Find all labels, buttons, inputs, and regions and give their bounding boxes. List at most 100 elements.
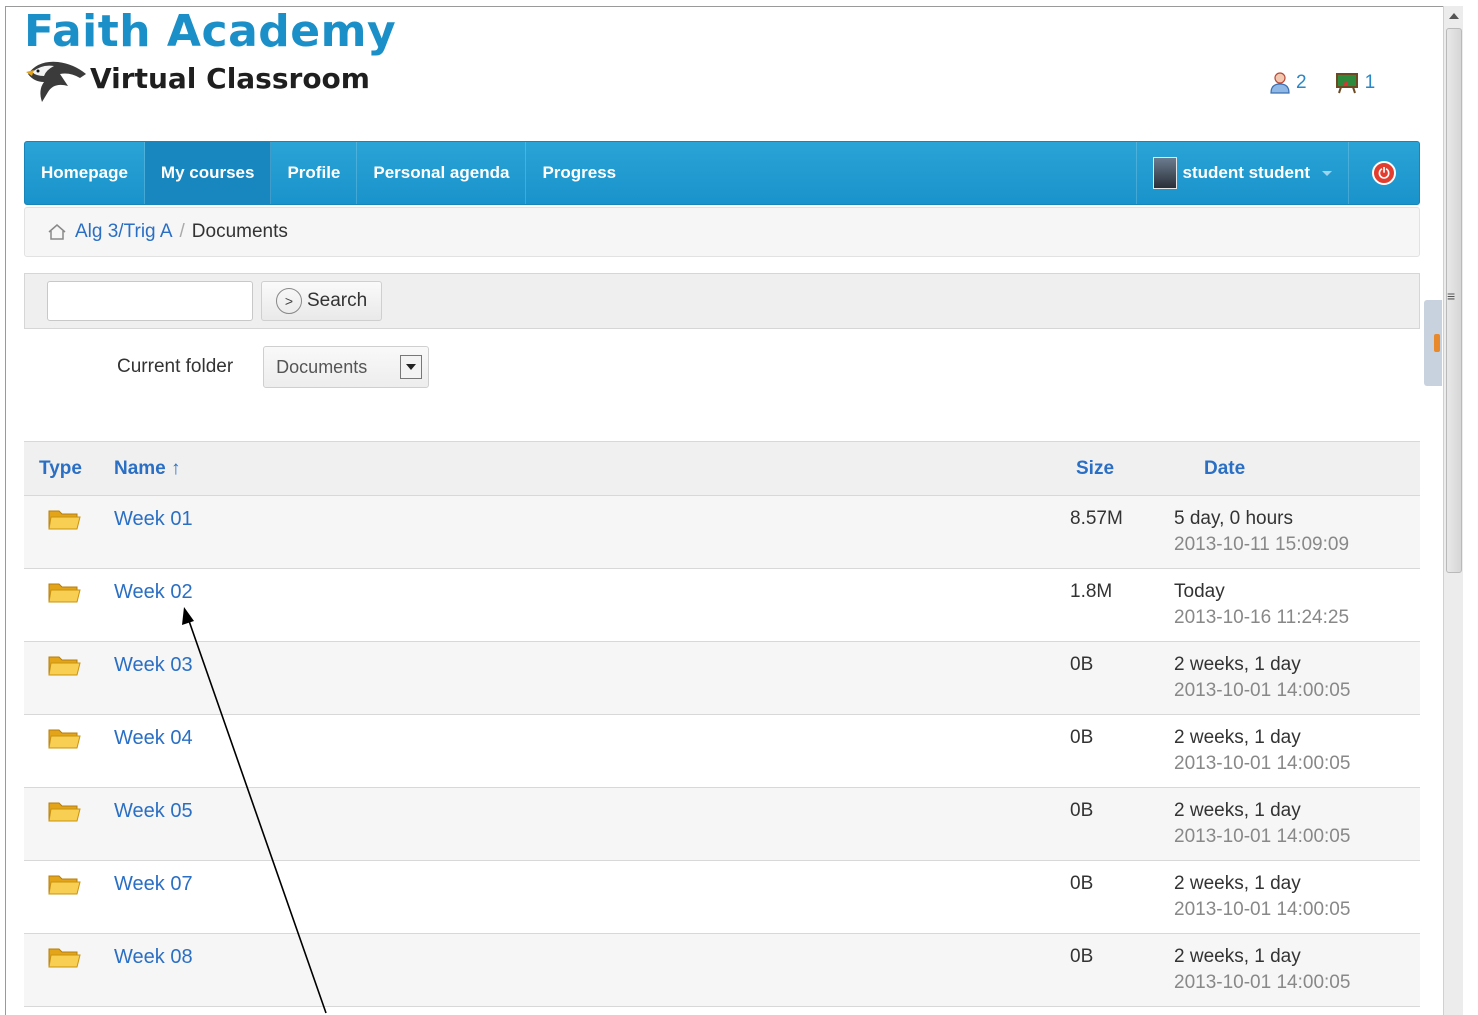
date-relative: 2 weeks, 1 day bbox=[1174, 873, 1301, 894]
current-folder-row: Current folder Documents bbox=[117, 346, 430, 388]
date-cell: Today 2013-10-16 11:24:25 bbox=[1174, 579, 1420, 631]
logout-button[interactable]: ⏻ bbox=[1349, 142, 1419, 204]
site-subtitle: Virtual Classroom bbox=[90, 62, 370, 95]
type-cell bbox=[24, 727, 108, 757]
date-cell: 2 weeks, 1 day 2013-10-01 14:00:05 bbox=[1174, 871, 1420, 923]
size-cell: 0B bbox=[1070, 654, 1094, 675]
header-status: 2 1 bbox=[1270, 72, 1375, 94]
table-row[interactable]: Week 05 0B 2 weeks, 1 day 2013-10-01 14:… bbox=[24, 788, 1420, 861]
size-cell: 0B bbox=[1070, 946, 1094, 967]
folder-icon[interactable] bbox=[47, 944, 81, 970]
type-cell bbox=[24, 654, 108, 684]
chevron-right-icon: > bbox=[276, 288, 302, 314]
size-cell: 0B bbox=[1070, 873, 1094, 894]
type-cell bbox=[24, 508, 108, 538]
power-icon: ⏻ bbox=[1372, 161, 1396, 185]
date-timestamp: 2013-10-11 15:09:09 bbox=[1174, 534, 1350, 555]
user-menu-dropdown[interactable]: student student bbox=[1135, 142, 1349, 204]
breadcrumb-current: Documents bbox=[191, 221, 288, 242]
folder-link[interactable]: Week 08 bbox=[114, 946, 193, 968]
date-relative: 2 weeks, 1 day bbox=[1174, 800, 1301, 821]
folder-icon[interactable] bbox=[47, 506, 81, 532]
nav-homepage[interactable]: Homepage bbox=[25, 142, 145, 204]
scrollbar[interactable] bbox=[1443, 6, 1463, 1015]
type-cell bbox=[24, 946, 108, 976]
nav-progress[interactable]: Progress bbox=[526, 142, 632, 204]
online-users-link[interactable]: 2 bbox=[1270, 72, 1307, 94]
folder-link[interactable]: Week 03 bbox=[114, 654, 193, 676]
name-cell: Week 02 bbox=[108, 581, 1070, 604]
date-timestamp: 2013-10-01 14:00:05 bbox=[1174, 899, 1351, 920]
folder-icon[interactable] bbox=[47, 652, 81, 678]
date-timestamp: 2013-10-16 11:24:25 bbox=[1174, 607, 1350, 628]
name-cell: Week 01 bbox=[108, 508, 1070, 531]
messages-link[interactable]: 1 bbox=[1335, 72, 1376, 94]
header-name[interactable]: Name ↑ bbox=[108, 458, 1046, 480]
side-panel-tab[interactable] bbox=[1424, 300, 1442, 386]
current-folder-select[interactable]: Documents bbox=[263, 346, 430, 388]
date-relative: 2 weeks, 1 day bbox=[1174, 946, 1301, 967]
date-timestamp: 2013-10-01 14:00:05 bbox=[1174, 753, 1351, 774]
name-cell: Week 07 bbox=[108, 873, 1070, 896]
date-cell: 2 weeks, 1 day 2013-10-01 14:00:05 bbox=[1174, 725, 1420, 777]
date-relative: Today bbox=[1174, 581, 1225, 602]
table-row[interactable]: Week 01 8.57M 5 day, 0 hours 2013-10-11 … bbox=[24, 496, 1420, 569]
eagle-logo-icon bbox=[26, 61, 86, 102]
table-row[interactable]: Week 07 0B 2 weeks, 1 day 2013-10-01 14:… bbox=[24, 861, 1420, 934]
table-row[interactable]: Week 02 1.8M Today 2013-10-16 11:24:25 bbox=[24, 569, 1420, 642]
date-cell: 2 weeks, 1 day 2013-10-01 14:00:05 bbox=[1174, 652, 1420, 704]
search-input[interactable] bbox=[47, 281, 253, 321]
documents-table: Type Name ↑ Size Date Week 01 8.57M 5 da… bbox=[24, 441, 1420, 1007]
name-cell: Week 08 bbox=[108, 946, 1070, 969]
header-date[interactable]: Date bbox=[1180, 458, 1420, 480]
folder-link[interactable]: Week 05 bbox=[114, 800, 193, 822]
home-icon[interactable] bbox=[47, 223, 67, 241]
table-row[interactable]: Week 03 0B 2 weeks, 1 day 2013-10-01 14:… bbox=[24, 642, 1420, 715]
user-name: student student bbox=[1182, 163, 1311, 182]
type-cell bbox=[24, 800, 108, 830]
messages-count: 1 bbox=[1364, 72, 1376, 93]
table-header: Type Name ↑ Size Date bbox=[24, 442, 1420, 496]
search-button[interactable]: > Search bbox=[261, 281, 383, 321]
search-button-label: Search bbox=[307, 290, 368, 311]
table-row[interactable]: Week 08 0B 2 weeks, 1 day 2013-10-01 14:… bbox=[24, 934, 1420, 1007]
folder-link[interactable]: Week 04 bbox=[114, 727, 193, 749]
online-users-count: 2 bbox=[1296, 72, 1307, 93]
size-cell: 0B bbox=[1070, 727, 1094, 748]
date-cell: 5 day, 0 hours 2013-10-11 15:09:09 bbox=[1174, 506, 1420, 558]
name-cell: Week 03 bbox=[108, 654, 1070, 677]
size-cell: 8.57M bbox=[1070, 508, 1123, 529]
scroll-up-arrow-icon[interactable] bbox=[1444, 6, 1464, 26]
caret-down-icon bbox=[1322, 170, 1332, 176]
breadcrumb-course-link[interactable]: Alg 3/Trig A bbox=[75, 221, 173, 243]
folder-icon[interactable] bbox=[47, 871, 81, 897]
folder-link[interactable]: Week 01 bbox=[114, 508, 193, 530]
type-cell bbox=[24, 873, 108, 903]
header-size[interactable]: Size bbox=[1046, 458, 1180, 480]
nav-profile[interactable]: Profile bbox=[271, 142, 358, 204]
date-cell: 2 weeks, 1 day 2013-10-01 14:00:05 bbox=[1174, 798, 1420, 850]
nav-personal-agenda[interactable]: Personal agenda bbox=[357, 142, 527, 204]
size-cell: 1.8M bbox=[1070, 581, 1113, 602]
date-timestamp: 2013-10-01 14:00:05 bbox=[1174, 680, 1351, 701]
table-row[interactable]: Week 04 0B 2 weeks, 1 day 2013-10-01 14:… bbox=[24, 715, 1420, 788]
site-title[interactable]: Faith Academy bbox=[24, 6, 396, 57]
name-cell: Week 04 bbox=[108, 727, 1070, 750]
folder-icon[interactable] bbox=[47, 579, 81, 605]
folder-icon[interactable] bbox=[47, 798, 81, 824]
folder-link[interactable]: Week 02 bbox=[114, 581, 193, 603]
header-type[interactable]: Type bbox=[24, 458, 108, 480]
grip-icon: ≡ bbox=[1447, 288, 1456, 304]
main-navbar: Homepage My courses Profile Personal age… bbox=[24, 141, 1420, 205]
type-cell bbox=[24, 581, 108, 611]
folder-link[interactable]: Week 07 bbox=[114, 873, 193, 895]
folder-icon[interactable] bbox=[47, 725, 81, 751]
size-cell: 0B bbox=[1070, 800, 1094, 821]
nav-my-courses[interactable]: My courses bbox=[144, 142, 272, 204]
date-timestamp: 2013-10-01 14:00:05 bbox=[1174, 972, 1351, 993]
breadcrumb: Alg 3/Trig A / Documents bbox=[24, 207, 1420, 257]
date-relative: 5 day, 0 hours bbox=[1174, 508, 1294, 529]
dropdown-arrow-icon[interactable] bbox=[400, 355, 423, 379]
search-bar: > Search bbox=[24, 273, 1420, 329]
user-icon bbox=[1270, 72, 1290, 94]
